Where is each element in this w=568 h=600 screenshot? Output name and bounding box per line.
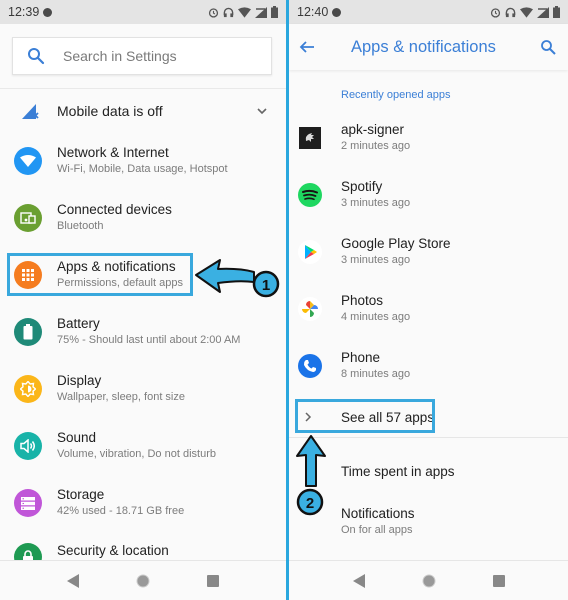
brightness-icon: [14, 375, 42, 403]
settings-item-title: Sound: [57, 430, 97, 445]
app-last-opened: 4 minutes ago: [341, 311, 411, 323]
search-icon[interactable]: [540, 39, 556, 55]
settings-item-network[interactable]: Network & Internet Wi-Fi, Mobile, Data u…: [0, 136, 286, 186]
settings-item-subtitle: Volume, vibration, Do not disturb: [57, 448, 216, 460]
battery-icon: [553, 6, 560, 18]
home-icon[interactable]: [135, 573, 151, 589]
settings-item-security-location[interactable]: Security & location: [0, 535, 286, 563]
settings-item-display[interactable]: Display Wallpaper, sleep, font size: [0, 364, 286, 414]
settings-item-subtitle: 75% - Should last until about 2:00 AM: [57, 334, 241, 346]
recent-app-apk-signer[interactable]: apk-signer 2 minutes ago: [289, 113, 568, 163]
section-divider: [289, 437, 568, 438]
navigation-bar: [0, 560, 286, 600]
photos-icon: [298, 297, 322, 321]
settings-item-title: Battery: [57, 316, 100, 331]
apk-signer-icon: [298, 126, 322, 150]
settings-item-subtitle: Wallpaper, sleep, font size: [57, 391, 185, 403]
settings-item-title: Display: [57, 373, 102, 388]
section-header-recent-apps: Recently opened apps: [341, 89, 451, 101]
mobile-data-banner[interactable]: Mobile data is off: [0, 88, 286, 132]
time-spent-title: Time spent in apps: [341, 464, 455, 479]
svg-text:2: 2: [306, 495, 314, 512]
app-last-opened: 3 minutes ago: [341, 254, 411, 266]
settings-item-connected-devices[interactable]: Connected devices Bluetooth: [0, 193, 286, 243]
back-icon[interactable]: [351, 573, 367, 589]
settings-screen: 12:39 Mobile data is off Network & Inter…: [0, 0, 286, 600]
notifications-item[interactable]: Notifications On for all apps: [341, 506, 415, 538]
mobile-data-label: Mobile data is off: [57, 102, 163, 119]
headphones-icon: [505, 7, 516, 17]
status-time: 12:39: [8, 5, 40, 19]
notifications-title: Notifications: [341, 506, 415, 521]
annotation-arrow-2: [296, 435, 326, 516]
settings-search-box[interactable]: [12, 37, 272, 75]
apps-notifications-screen: 12:40 Apps & notifications Recently open…: [289, 0, 568, 600]
alarm-icon: [208, 7, 219, 18]
recent-app-photos[interactable]: Photos 4 minutes ago: [289, 284, 568, 334]
highlight-box-apps-notifications: [7, 253, 193, 296]
app-name: Google Play Store: [341, 236, 451, 251]
settings-item-title: Connected devices: [57, 202, 172, 217]
app-name: Photos: [341, 293, 384, 308]
devices-icon: [14, 204, 42, 232]
wifi-icon: [520, 6, 533, 18]
app-name: apk-signer: [341, 122, 405, 137]
status-bar: 12:39: [0, 0, 286, 24]
notification-dot-icon: [332, 7, 342, 17]
recent-app-google-play-store[interactable]: Google Play Store 3 minutes ago: [289, 227, 568, 277]
wifi-icon: [238, 6, 251, 18]
recents-icon[interactable]: [205, 573, 221, 589]
settings-item-storage[interactable]: Storage 42% used - 18.71 GB free: [0, 478, 286, 528]
app-last-opened: 8 minutes ago: [341, 368, 411, 380]
recent-app-phone[interactable]: Phone 8 minutes ago: [289, 341, 568, 391]
spotify-icon: [298, 183, 322, 207]
app-bar: Apps & notifications: [289, 24, 568, 70]
storage-icon: [14, 489, 42, 517]
app-last-opened: 2 minutes ago: [341, 140, 411, 152]
app-name: Phone: [341, 350, 381, 365]
app-name: Spotify: [341, 179, 383, 194]
play-store-icon: [298, 240, 322, 264]
signal-off-icon: [255, 6, 267, 18]
battery-icon: [14, 318, 42, 346]
settings-item-subtitle: Bluetooth: [57, 220, 104, 232]
settings-item-title: Security & location: [57, 543, 169, 558]
status-bar: 12:40: [289, 0, 568, 24]
status-time: 12:40: [297, 5, 329, 19]
recents-icon[interactable]: [491, 573, 507, 589]
settings-item-subtitle: Wi-Fi, Mobile, Data usage, Hotspot: [57, 163, 228, 175]
highlight-box-see-all-apps: [295, 399, 435, 433]
volume-icon: [14, 432, 42, 460]
navigation-bar: [289, 560, 568, 600]
signal-off-icon: [22, 103, 39, 119]
headphones-icon: [223, 7, 234, 17]
settings-item-title: Network & Internet: [57, 145, 169, 160]
notification-dot-icon: [43, 7, 53, 17]
step-badge-2: 2: [306, 495, 314, 512]
signal-off-icon: [537, 6, 549, 18]
settings-item-title: Storage: [57, 487, 105, 502]
notifications-subtitle: On for all apps: [341, 524, 413, 536]
battery-icon: [271, 6, 278, 18]
chevron-down-icon[interactable]: [256, 105, 268, 117]
settings-item-sound[interactable]: Sound Volume, vibration, Do not disturb: [0, 421, 286, 471]
alarm-icon: [490, 7, 501, 18]
time-spent-in-apps-item[interactable]: Time spent in apps: [341, 464, 455, 480]
settings-item-battery[interactable]: Battery 75% - Should last until about 2:…: [0, 307, 286, 357]
back-icon[interactable]: [65, 573, 81, 589]
home-icon[interactable]: [421, 573, 437, 589]
back-arrow-icon[interactable]: [299, 39, 315, 55]
page-title: Apps & notifications: [351, 37, 496, 56]
recent-app-spotify[interactable]: Spotify 3 minutes ago: [289, 170, 568, 220]
settings-item-subtitle: 42% used - 18.71 GB free: [57, 505, 185, 517]
wifi-icon: [14, 147, 42, 175]
app-last-opened: 3 minutes ago: [341, 197, 411, 209]
search-icon: [28, 48, 45, 65]
phone-icon: [298, 354, 322, 378]
settings-search-input[interactable]: [63, 48, 243, 64]
